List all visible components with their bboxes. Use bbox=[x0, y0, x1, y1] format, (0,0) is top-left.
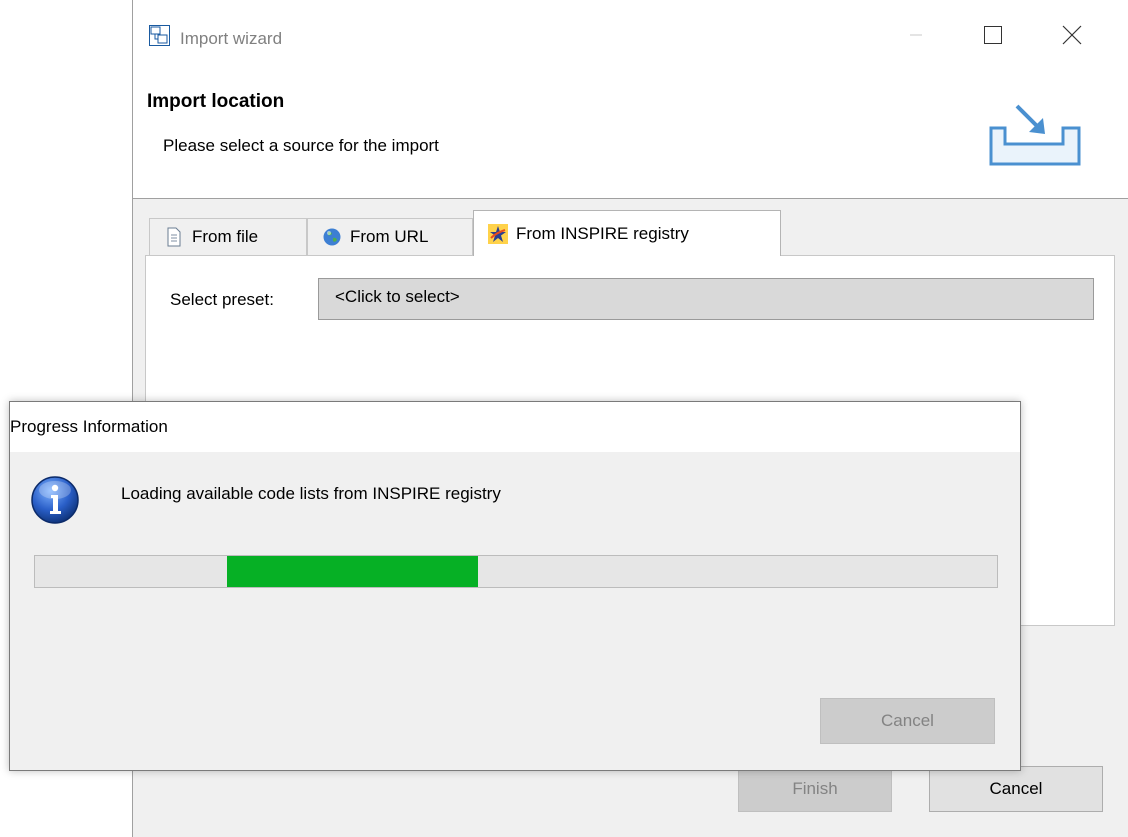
tab-from-file[interactable]: From file bbox=[149, 218, 307, 255]
progress-title: Progress Information bbox=[10, 417, 168, 436]
page-title: Import location bbox=[147, 91, 285, 112]
page-description: Please select a source for the import bbox=[163, 136, 439, 155]
preset-select[interactable]: <Click to select> bbox=[318, 278, 1094, 320]
tab-label: From file bbox=[192, 227, 259, 246]
progress-bar bbox=[34, 555, 998, 588]
finish-button[interactable]: Finish bbox=[738, 766, 892, 812]
cancel-button[interactable]: Cancel bbox=[929, 766, 1103, 812]
info-icon bbox=[31, 476, 79, 524]
tab-from-inspire-registry[interactable]: From INSPIRE registry bbox=[473, 210, 781, 256]
inspire-star-icon bbox=[488, 223, 508, 244]
wizard-header: Import location Please select a source f… bbox=[133, 80, 1128, 199]
wizard-titlebar: Import wizard bbox=[133, 0, 1128, 80]
wizard-app-icon bbox=[149, 25, 170, 46]
progress-titlebar: Progress Information bbox=[10, 402, 1020, 452]
tab-label: From URL bbox=[350, 227, 429, 246]
progress-cancel-button[interactable]: Cancel bbox=[820, 698, 995, 744]
progress-message: Loading available code lists from INSPIR… bbox=[121, 484, 501, 503]
document-icon bbox=[167, 227, 181, 247]
preset-label: Select preset: bbox=[170, 290, 274, 309]
maximize-icon[interactable] bbox=[969, 18, 1015, 52]
progress-information-dialog: Progress Information Loading available c… bbox=[9, 401, 1021, 771]
close-icon[interactable] bbox=[1049, 18, 1095, 52]
progress-bar-fill bbox=[227, 556, 478, 587]
wizard-title: Import wizard bbox=[180, 29, 283, 48]
minimize-icon[interactable] bbox=[893, 18, 939, 52]
globe-icon bbox=[323, 228, 341, 246]
tab-from-url[interactable]: From URL bbox=[307, 218, 473, 255]
import-banner-icon bbox=[989, 104, 1081, 166]
tab-label: From INSPIRE registry bbox=[516, 223, 689, 243]
